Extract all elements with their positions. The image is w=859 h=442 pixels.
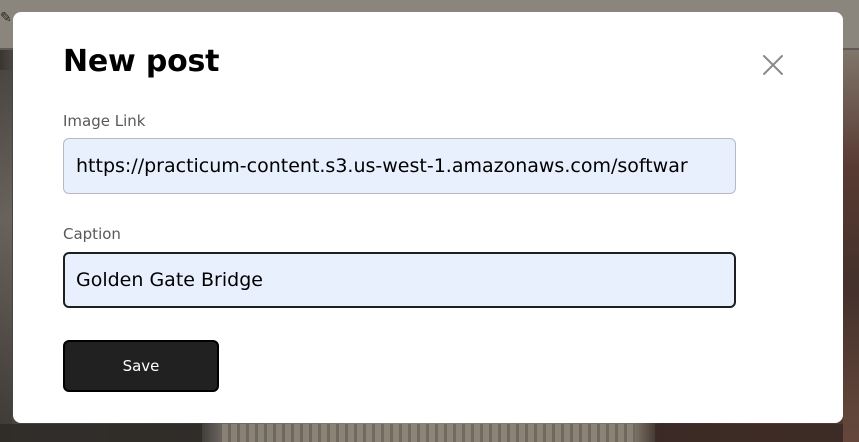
background-image-bottom-left — [0, 424, 202, 442]
image-link-input[interactable] — [63, 138, 736, 194]
background-image-bottom-right — [655, 424, 859, 442]
background-image-right — [843, 50, 859, 442]
close-icon — [763, 55, 783, 75]
modal-title: New post — [63, 44, 220, 79]
image-link-label: Image Link — [63, 112, 146, 130]
caption-label: Caption — [63, 225, 121, 243]
save-button[interactable]: Save — [63, 340, 219, 392]
edit-icon: ✎ — [0, 10, 12, 26]
caption-input[interactable] — [63, 252, 736, 308]
background-image-left — [0, 70, 12, 442]
new-post-modal: New post Image Link Caption Save — [13, 12, 843, 423]
close-button[interactable] — [755, 47, 791, 83]
background-image-bottom-middle — [222, 424, 635, 442]
